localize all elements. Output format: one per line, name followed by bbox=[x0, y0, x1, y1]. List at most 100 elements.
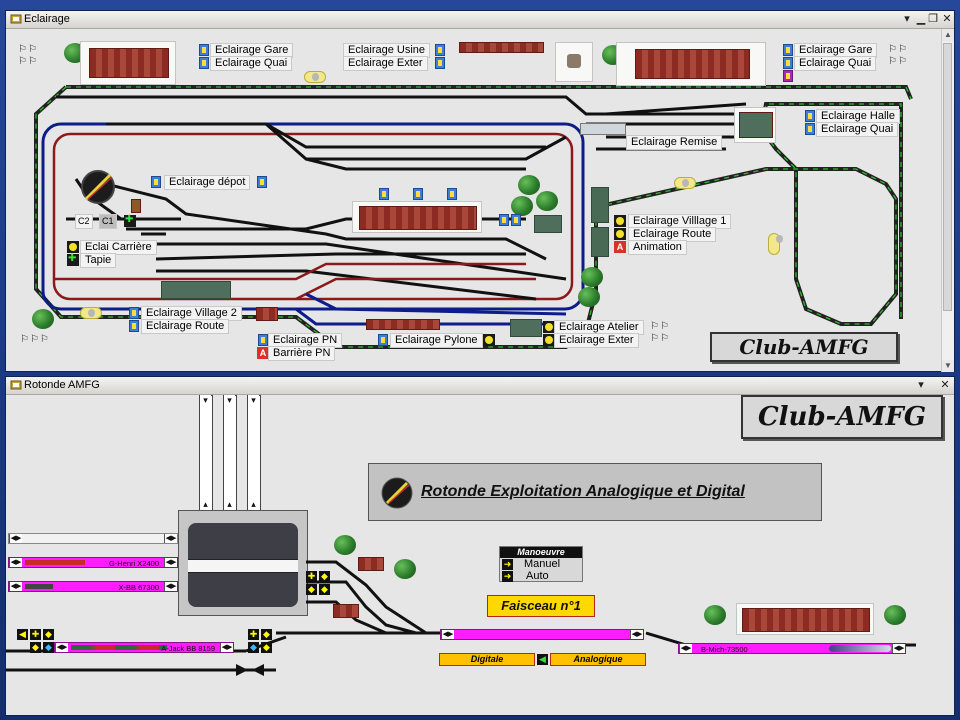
manuel-option[interactable]: Manuel bbox=[524, 558, 560, 570]
switch-icon[interactable] bbox=[499, 214, 509, 226]
track-end-icon: ◀▶ bbox=[220, 643, 233, 652]
digitale-button[interactable]: Digitale bbox=[439, 653, 535, 666]
flag-icon[interactable]: ⚐⚐ bbox=[650, 321, 670, 332]
switch-icon[interactable] bbox=[805, 123, 815, 135]
lamp-icon[interactable] bbox=[80, 307, 102, 319]
switch-icon[interactable] bbox=[413, 188, 423, 200]
switch-icon[interactable] bbox=[783, 57, 793, 69]
switch-arrow-icon[interactable]: ◆ bbox=[248, 642, 259, 653]
switch-icon[interactable] bbox=[805, 110, 815, 122]
switch-arrow-icon[interactable]: ✚ bbox=[248, 629, 259, 640]
arrow-right-icon[interactable]: ➜ bbox=[502, 571, 513, 582]
light-toggle-icon[interactable] bbox=[67, 241, 79, 253]
switch-icon[interactable] bbox=[783, 70, 793, 82]
switch-icon[interactable] bbox=[199, 57, 209, 69]
label-depot[interactable]: Eclairage dépot bbox=[164, 175, 251, 190]
flag-icon[interactable]: ⚐⚐ bbox=[888, 56, 908, 67]
scroll-up-icon[interactable]: ▲ bbox=[942, 29, 954, 41]
menu-button[interactable]: ▾ bbox=[900, 12, 914, 26]
c1-label[interactable]: C1 bbox=[99, 214, 117, 229]
scroll-thumb[interactable] bbox=[943, 43, 952, 311]
faisceau-track[interactable]: ◀▶ ◀▶ bbox=[440, 629, 644, 640]
lamp-icon[interactable] bbox=[304, 71, 326, 83]
label-pylone[interactable]: Eclairage Pylone bbox=[390, 333, 483, 348]
menu-button[interactable]: ▾ bbox=[914, 378, 928, 392]
track-row[interactable]: ◀▶ A-Jack BB 8159 ◀▶ bbox=[54, 642, 234, 653]
switch-icon[interactable] bbox=[783, 44, 793, 56]
label-quai-right[interactable]: Eclairage Quai bbox=[794, 56, 877, 71]
label-tapie[interactable]: Tapie bbox=[80, 253, 117, 268]
switch-arrow-icon[interactable]: ◆ bbox=[43, 629, 54, 640]
flag-icon[interactable]: ⚐⚐⚐ bbox=[20, 334, 50, 345]
manoeuvre-panel: Manoeuvre ➜ Manuel ➜ Auto bbox=[499, 546, 583, 582]
switch-arrow-icon[interactable]: ✚ bbox=[306, 571, 317, 582]
switch-icon[interactable] bbox=[435, 44, 445, 56]
switch-arrow-icon[interactable]: ◆ bbox=[319, 571, 330, 582]
switch-icon[interactable] bbox=[258, 334, 268, 346]
switch-arrow-icon[interactable]: ◆ bbox=[43, 642, 54, 653]
label-animation[interactable]: Animation bbox=[628, 240, 687, 255]
switch-icon[interactable] bbox=[129, 307, 139, 319]
light-toggle-icon[interactable] bbox=[614, 215, 626, 227]
close-button[interactable]: ✕ bbox=[940, 12, 954, 26]
switch-icon[interactable] bbox=[257, 176, 267, 188]
switch-arrow-icon[interactable]: ◆ bbox=[261, 642, 272, 653]
arrow-right-icon[interactable]: ➜ bbox=[502, 559, 513, 570]
plus-icon[interactable] bbox=[124, 214, 136, 227]
turntable-small[interactable] bbox=[81, 170, 115, 204]
switch-icon[interactable] bbox=[129, 320, 139, 332]
station-building bbox=[736, 603, 874, 635]
track-row[interactable]: ◀▶ G-Henri X2400 ◀▶ bbox=[8, 557, 178, 568]
lamp-icon[interactable] bbox=[674, 177, 696, 189]
label-remise[interactable]: Eclairage Remise bbox=[626, 135, 723, 150]
auto-option[interactable]: Auto bbox=[526, 570, 549, 582]
train-sprite bbox=[25, 560, 85, 565]
vertical-scrollbar[interactable]: ▲ ▼ bbox=[941, 29, 954, 372]
flag-icon[interactable]: ⚐⚐ bbox=[888, 44, 908, 55]
close-button[interactable]: ✕ bbox=[938, 378, 952, 392]
switch-arrow-icon[interactable]: ◆ bbox=[30, 642, 41, 653]
switch-icon[interactable] bbox=[511, 214, 521, 226]
scroll-down-icon[interactable]: ▼ bbox=[942, 360, 954, 372]
flag-icon[interactable]: ⚐⚐ bbox=[650, 333, 670, 344]
switch-arrow-icon[interactable]: ✚ bbox=[30, 629, 41, 640]
switch-icon[interactable] bbox=[447, 188, 457, 200]
light-toggle-icon[interactable] bbox=[483, 334, 495, 346]
switch-icon[interactable] bbox=[199, 44, 209, 56]
label-quai-left[interactable]: Eclairage Quai bbox=[210, 56, 293, 71]
label-barriere[interactable]: Barrière PN bbox=[268, 346, 336, 361]
flag-icon[interactable]: ⚐⚐ bbox=[18, 56, 38, 67]
analogique-button[interactable]: Analogique bbox=[550, 653, 646, 666]
flag-icon[interactable]: ⚐⚐ bbox=[18, 44, 38, 55]
toggle-icon[interactable]: ◀ bbox=[537, 654, 548, 665]
label-quai-halle[interactable]: Eclairage Quai bbox=[816, 122, 899, 137]
window-icon bbox=[10, 14, 22, 24]
switch-arrow-icon[interactable]: ◆ bbox=[319, 584, 330, 595]
label-route-left[interactable]: Eclairage Route bbox=[141, 319, 230, 334]
track-row[interactable]: ◀▶ X-BB 67300 ◀▶ bbox=[8, 581, 178, 592]
light-toggle-icon[interactable] bbox=[614, 228, 626, 240]
switch-icon[interactable] bbox=[151, 176, 161, 188]
signal-icon[interactable]: ◀ bbox=[17, 629, 28, 640]
restore-button[interactable]: ❐ bbox=[926, 12, 940, 26]
label-exter-top[interactable]: Eclairage Exter bbox=[343, 56, 428, 71]
faisceau-button[interactable]: Faisceau n°1 bbox=[487, 595, 595, 617]
animation-icon[interactable]: A bbox=[614, 241, 626, 253]
label-exter-bottom[interactable]: Eclairage Exter bbox=[554, 333, 639, 348]
lamp-icon[interactable] bbox=[768, 233, 783, 255]
switch-icon[interactable] bbox=[435, 57, 445, 69]
switch-arrow-icon[interactable]: ◆ bbox=[306, 584, 317, 595]
switch-arrow-icon[interactable]: ◆ bbox=[261, 629, 272, 640]
c2-label[interactable]: C2 bbox=[75, 214, 93, 229]
track-end-icon: ◀▶ bbox=[164, 558, 177, 567]
switch-icon[interactable] bbox=[379, 188, 389, 200]
rotonde-titlebar[interactable]: Rotonde AMFG ▾ ✕ bbox=[6, 377, 954, 395]
village-house bbox=[591, 227, 609, 257]
switch-icon[interactable] bbox=[378, 334, 388, 346]
yard-tracks bbox=[6, 560, 916, 676]
track-row[interactable]: ◀▶ B-Mich-73500 ◀▶ bbox=[678, 643, 906, 654]
plus-icon[interactable] bbox=[67, 253, 79, 266]
eclairage-titlebar[interactable]: Eclairage ▾ ▁ ❐ ✕ bbox=[6, 11, 954, 29]
tree-icon bbox=[511, 196, 533, 216]
track-row[interactable]: ◀▶ ◀▶ bbox=[8, 533, 178, 544]
